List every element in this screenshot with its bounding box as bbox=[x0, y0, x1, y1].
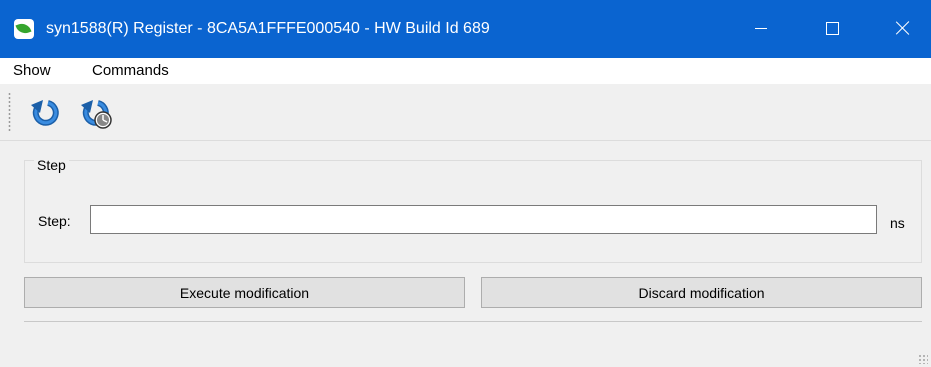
refresh-button[interactable] bbox=[28, 95, 64, 131]
step-input[interactable] bbox=[90, 205, 877, 234]
discard-modification-button[interactable]: Discard modification bbox=[481, 277, 922, 308]
refresh-clock-button[interactable] bbox=[78, 95, 114, 131]
refresh-icon bbox=[31, 100, 59, 126]
execute-modification-button[interactable]: Execute modification bbox=[24, 277, 465, 308]
minimize-button[interactable] bbox=[738, 0, 784, 58]
minimize-icon bbox=[755, 28, 767, 29]
step-unit-label: ns bbox=[890, 215, 905, 231]
step-group-title: Step bbox=[34, 157, 69, 173]
main-window: syn1588(R) Register - 8CA5A1FFFE000540 -… bbox=[0, 0, 931, 367]
menu-bar: Show Commands bbox=[0, 58, 931, 84]
maximize-button[interactable] bbox=[809, 0, 855, 58]
resize-grip[interactable] bbox=[918, 354, 928, 364]
maximize-icon bbox=[826, 22, 839, 35]
toolbar-grip[interactable] bbox=[8, 92, 11, 132]
menu-show[interactable]: Show bbox=[13, 63, 51, 79]
leaf-logo-icon bbox=[14, 19, 34, 39]
close-icon bbox=[895, 20, 911, 36]
window-title: syn1588(R) Register - 8CA5A1FFFE000540 -… bbox=[46, 20, 490, 37]
step-field-label: Step: bbox=[38, 213, 71, 229]
refresh-clock-icon bbox=[81, 100, 112, 129]
menu-commands[interactable]: Commands bbox=[92, 63, 169, 79]
title-bar[interactable]: syn1588(R) Register - 8CA5A1FFFE000540 -… bbox=[0, 0, 931, 58]
close-button[interactable] bbox=[880, 0, 926, 58]
separator bbox=[24, 321, 922, 322]
toolbar bbox=[0, 84, 931, 141]
